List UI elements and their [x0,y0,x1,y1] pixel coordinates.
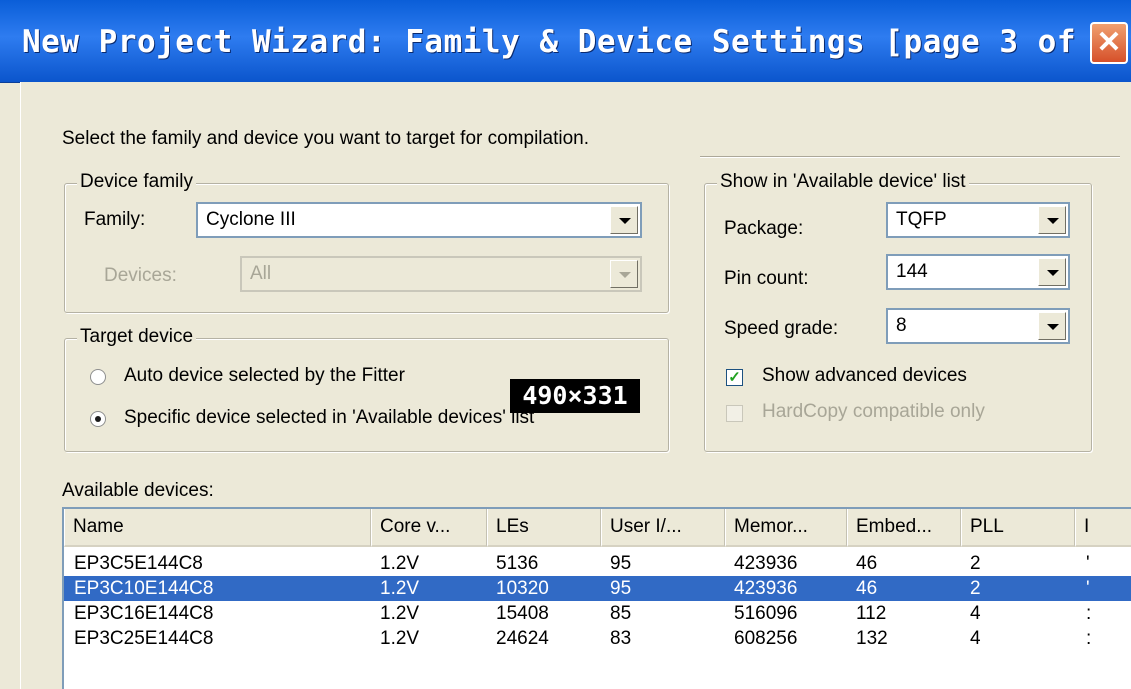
devices-select-value: All [250,263,272,284]
column-header-memory[interactable]: Memor... [725,509,847,547]
column-header-core-voltage[interactable]: Core v... [371,509,487,547]
cell-extra: : [1086,603,1092,624]
cell-les: 15408 [496,603,549,624]
family-label: Family: [84,209,146,230]
cell-core-voltage: 1.2V [380,628,420,649]
device-family-legend: Device family [77,171,196,193]
specific-device-label[interactable]: Specific device selected in 'Available d… [124,407,534,429]
table-row[interactable]: EP3C25E144C8 1.2V 24624 83 608256 132 4 … [64,626,1131,651]
cell-pll: 2 [970,578,981,599]
package-label: Package: [724,218,804,239]
auto-device-label[interactable]: Auto device selected by the Fitter [124,365,405,387]
cell-embedded: 46 [856,578,878,599]
chevron-down-icon[interactable] [610,260,638,288]
separator-line [700,156,1120,158]
cell-user-io: 95 [610,578,632,599]
title-bar: New Project Wizard: Family & Device Sett… [0,0,1131,83]
cell-embedded: 112 [856,603,887,624]
show-advanced-checkbox[interactable]: ✓ [726,369,743,386]
cell-name: EP3C5E144C8 [74,553,203,574]
cell-core-voltage: 1.2V [380,578,420,599]
column-header-les[interactable]: LEs [487,509,601,547]
available-devices-list[interactable]: Name Core v... LEs User I/... Memor... E… [62,507,1131,689]
cell-name: EP3C16E144C8 [74,603,214,624]
column-header-user-io[interactable]: User I/... [601,509,725,547]
show-in-list-legend: Show in 'Available device' list [717,171,969,193]
column-header-extra[interactable]: I [1075,509,1131,547]
cell-user-io: 85 [610,603,632,624]
cell-les: 5136 [496,553,539,574]
available-devices-label: Available devices: [62,480,214,501]
target-device-legend: Target device [77,326,197,348]
speed-grade-label: Speed grade: [724,318,839,339]
devices-label: Devices: [104,265,177,286]
package-select-value: TQFP [896,209,947,230]
window-title: New Project Wizard: Family & Device Sett… [22,24,1131,60]
devices-select[interactable]: All [240,256,642,292]
chevron-down-icon[interactable] [1038,206,1066,234]
family-select[interactable]: Cyclone III [196,202,642,238]
chevron-down-icon[interactable] [1038,312,1066,340]
pin-count-select[interactable]: 144 [886,254,1070,290]
hardcopy-checkbox[interactable] [726,405,743,422]
family-select-value: Cyclone III [206,209,296,230]
table-row[interactable]: EP3C5E144C8 1.2V 5136 95 423936 46 2 ' [64,551,1131,576]
cell-extra: : [1086,628,1092,649]
cell-pll: 4 [970,603,981,624]
cell-name: EP3C25E144C8 [74,628,214,649]
package-select[interactable]: TQFP [886,202,1070,238]
cell-les: 10320 [496,578,549,599]
cell-pll: 4 [970,628,981,649]
cell-extra: ' [1086,553,1090,574]
auto-device-radio[interactable] [90,369,106,385]
close-button[interactable]: ✕ [1090,22,1128,64]
chevron-down-icon[interactable] [1038,258,1066,286]
cell-extra: ' [1086,578,1090,599]
cell-memory: 423936 [734,578,798,599]
cell-user-io: 83 [610,628,632,649]
pin-count-select-value: 144 [896,261,928,282]
column-header-pll[interactable]: PLL [961,509,1075,547]
table-row[interactable]: EP3C16E144C8 1.2V 15408 85 516096 112 4 … [64,601,1131,626]
cell-pll: 2 [970,553,981,574]
column-header-name[interactable]: Name [64,509,371,547]
cell-core-voltage: 1.2V [380,553,420,574]
pin-count-label: Pin count: [724,268,809,289]
cell-user-io: 95 [610,553,632,574]
speed-grade-select[interactable]: 8 [886,308,1070,344]
cell-core-voltage: 1.2V [380,603,420,624]
cell-memory: 516096 [734,603,798,624]
dimension-overlay-badge: 490×331 [510,379,640,413]
cell-memory: 608256 [734,628,798,649]
specific-device-radio[interactable] [90,411,106,427]
cell-embedded: 46 [856,553,878,574]
column-header-embedded[interactable]: Embed... [847,509,961,547]
chevron-down-icon[interactable] [610,206,638,234]
cell-embedded: 132 [856,628,888,649]
table-row-selected[interactable]: EP3C10E144C8 1.2V 10320 95 423936 46 2 ' [64,576,1131,601]
speed-grade-select-value: 8 [896,315,907,336]
show-advanced-label[interactable]: Show advanced devices [762,365,967,387]
list-header: Name Core v... LEs User I/... Memor... E… [64,509,1131,547]
cell-les: 24624 [496,628,549,649]
cell-memory: 423936 [734,553,798,574]
cell-name: EP3C10E144C8 [74,578,214,599]
instruction-text: Select the family and device you want to… [62,128,589,149]
hardcopy-label[interactable]: HardCopy compatible only [762,401,985,423]
